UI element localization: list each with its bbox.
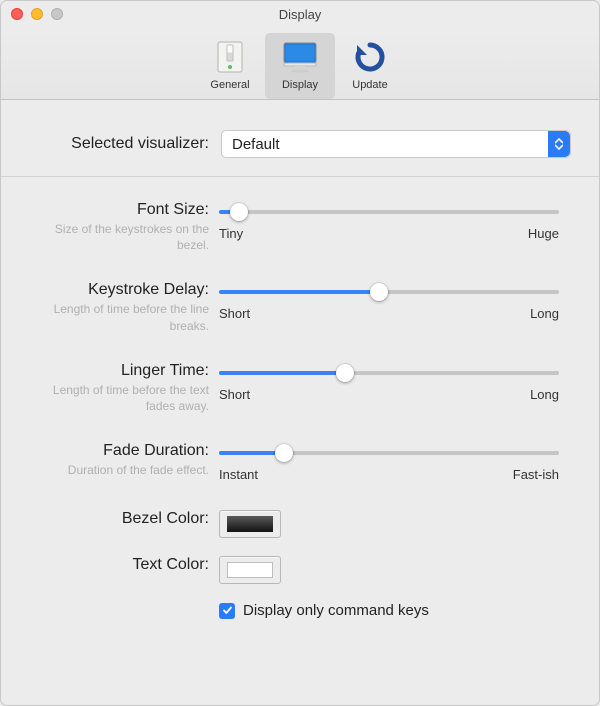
fade-duration-hint: Duration of the fade effect. [25, 462, 209, 478]
display-icon [267, 39, 333, 75]
prefs-window: Display General [0, 0, 600, 706]
slider-min-label: Short [219, 306, 250, 321]
slider-max-label: Long [530, 306, 559, 321]
window-title: Display [1, 7, 599, 22]
tab-label: General [197, 79, 263, 91]
visualizer-value: Default [232, 136, 280, 153]
tab-display[interactable]: Display [265, 33, 335, 99]
text-color-label: Text Color: [25, 556, 209, 574]
linger-time-row: Linger Time: Length of time before the t… [25, 362, 559, 414]
display-only-command-keys-checkbox[interactable] [219, 603, 235, 619]
fade-duration-label: Fade Duration: [25, 442, 209, 460]
linger-time-hint: Length of time before the text fades awa… [25, 382, 209, 414]
visualizer-row: Selected visualizer: Default [1, 100, 599, 177]
switch-icon [197, 39, 263, 75]
close-window-button[interactable] [11, 8, 23, 20]
linger-time-slider[interactable] [219, 362, 559, 384]
update-icon [337, 39, 403, 75]
chevron-up-down-icon [548, 131, 570, 157]
keystroke-delay-slider[interactable] [219, 281, 559, 303]
slider-min-label: Short [219, 387, 250, 402]
titlebar: Display [1, 1, 599, 27]
bezel-color-label: Bezel Color: [25, 510, 209, 528]
tab-general[interactable]: General [195, 33, 265, 99]
visualizer-label: Selected visualizer: [29, 135, 209, 153]
window-controls [11, 8, 63, 20]
prefs-body: Font Size: Size of the keystrokes on the… [1, 177, 599, 657]
keystroke-delay-hint: Length of time before the line breaks. [25, 301, 209, 333]
slider-min-label: Tiny [219, 226, 243, 241]
keystroke-delay-label: Keystroke Delay: [25, 281, 209, 299]
keystroke-delay-row: Keystroke Delay: Length of time before t… [25, 281, 559, 333]
text-color-row: Text Color: [25, 556, 559, 584]
tab-label: Display [267, 79, 333, 91]
tab-update[interactable]: Update [335, 33, 405, 99]
text-color-well[interactable] [219, 556, 281, 584]
slider-min-label: Instant [219, 467, 258, 482]
linger-time-label: Linger Time: [25, 362, 209, 380]
slider-max-label: Huge [528, 226, 559, 241]
minimize-window-button[interactable] [31, 8, 43, 20]
display-only-command-keys-label: Display only command keys [243, 602, 429, 619]
font-size-slider[interactable] [219, 201, 559, 223]
command-keys-row: Display only command keys [25, 602, 559, 619]
bezel-color-well[interactable] [219, 510, 281, 538]
font-size-label: Font Size: [25, 201, 209, 219]
font-size-row: Font Size: Size of the keystrokes on the… [25, 201, 559, 253]
zoom-window-button-disabled [51, 8, 63, 20]
font-size-hint: Size of the keystrokes on the bezel. [25, 221, 209, 253]
fade-duration-slider[interactable] [219, 442, 559, 464]
text-color-swatch [227, 562, 273, 578]
slider-max-label: Fast-ish [513, 467, 559, 482]
visualizer-select[interactable]: Default [221, 130, 571, 158]
slider-max-label: Long [530, 387, 559, 402]
toolbar: General Display Update [1, 27, 599, 100]
bezel-color-row: Bezel Color: [25, 510, 559, 538]
fade-duration-row: Fade Duration: Duration of the fade effe… [25, 442, 559, 482]
tab-label: Update [337, 79, 403, 91]
bezel-color-swatch [227, 516, 273, 532]
